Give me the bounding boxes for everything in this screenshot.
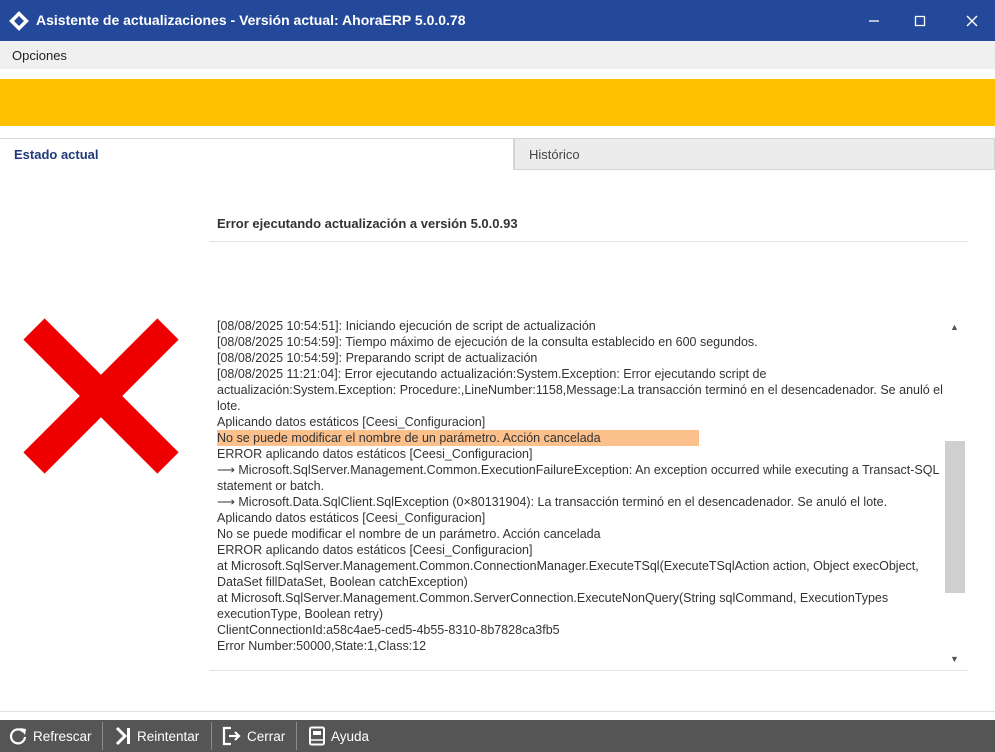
close-icon (966, 15, 978, 26)
retry-label: Reintentar (137, 728, 200, 744)
log-line: Error Number:50000,State:1,Class:12 (217, 639, 427, 653)
exit-icon (222, 726, 241, 746)
menu-opciones[interactable]: Opciones (12, 48, 67, 63)
refresh-button[interactable]: Refrescar (8, 720, 92, 752)
title-bar: Asistente de actualizaciones - Versión a… (0, 0, 995, 41)
close-app-button[interactable]: Cerrar (222, 720, 285, 752)
refresh-label: Refrescar (33, 728, 92, 744)
log-line: ⟶ Microsoft.Data.SqlClient.SqlException … (217, 495, 888, 509)
error-heading: Error ejecutando actualización a versión… (217, 216, 518, 231)
log-line: ERROR aplicando datos estáticos [Ceesi_C… (217, 543, 533, 557)
menu-bar: Opciones (0, 41, 995, 69)
log-line: [08/08/2025 10:54:59]: Preparando script… (217, 351, 538, 365)
toolbar-divider (296, 722, 297, 750)
log-line: No se puede modificar el nombre de un pa… (217, 527, 601, 541)
tab-historico[interactable]: Histórico (514, 138, 995, 170)
help-book-icon (309, 726, 325, 746)
scrollbar-thumb[interactable] (945, 441, 965, 593)
log-line: [08/08/2025 10:54:51]: Iniciando ejecuci… (217, 319, 596, 333)
log-line: ⟶ Microsoft.SqlServer.Management.Common.… (217, 463, 939, 493)
scroll-up-arrow[interactable]: ▲ (950, 322, 959, 332)
error-x-icon (23, 318, 179, 474)
maximize-button[interactable] (897, 0, 943, 41)
divider (209, 670, 968, 671)
close-button[interactable] (949, 0, 995, 41)
toolbar-divider (211, 722, 212, 750)
scroll-down-arrow[interactable]: ▼ (950, 654, 959, 664)
maximize-icon (914, 15, 926, 26)
help-button[interactable]: Ayuda (308, 720, 369, 752)
status-banner (0, 79, 995, 126)
log-line: at Microsoft.SqlServer.Management.Common… (217, 559, 919, 589)
minimize-button[interactable] (851, 0, 897, 41)
log-line-highlighted: No se puede modificar el nombre de un pa… (217, 430, 699, 446)
log-line: Aplicando datos estáticos [Ceesi_Configu… (217, 511, 486, 525)
refresh-icon (9, 728, 27, 745)
tab-estado-actual[interactable]: Estado actual (0, 138, 514, 170)
log-line: ERROR aplicando datos estáticos [Ceesi_C… (217, 447, 533, 461)
window-title: Asistente de actualizaciones - Versión a… (36, 12, 466, 28)
log-line: [08/08/2025 11:21:04]: Error ejecutando … (217, 367, 943, 413)
log-line: ClientConnectionId:a58c4ae5-ced5-4b55-83… (217, 623, 560, 637)
retry-button[interactable]: Reintentar (114, 720, 199, 752)
divider (0, 711, 995, 712)
divider (209, 241, 968, 242)
app-logo-icon (9, 11, 29, 31)
help-label: Ayuda (331, 728, 370, 744)
retry-icon (115, 726, 130, 746)
log-line: Aplicando datos estáticos [Ceesi_Configu… (217, 415, 486, 429)
log-output: [08/08/2025 10:54:51]: Iniciando ejecuci… (217, 318, 945, 670)
bottom-toolbar: Refrescar Reintentar Cerrar Ayuda (0, 720, 995, 752)
minimize-icon (869, 19, 879, 22)
close-label: Cerrar (247, 728, 286, 744)
log-line: [08/08/2025 10:54:59]: Tiempo máximo de … (217, 335, 758, 349)
log-line: at Microsoft.SqlServer.Management.Common… (217, 591, 889, 621)
toolbar-divider (102, 722, 103, 750)
